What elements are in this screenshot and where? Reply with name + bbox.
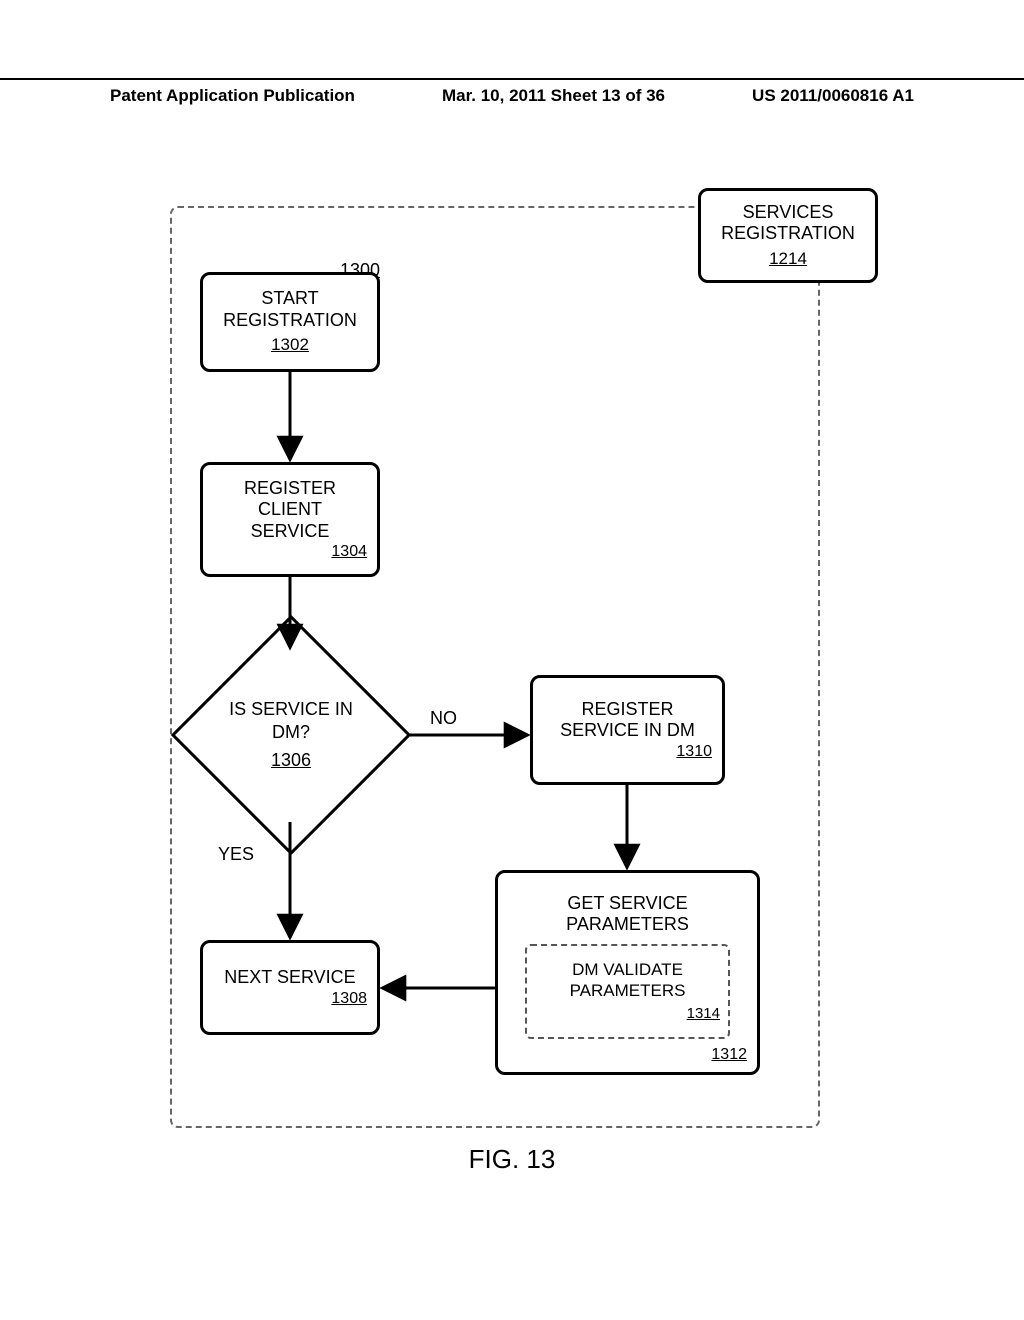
node-label: START REGISTRATION <box>223 288 357 331</box>
publication-type: Patent Application Publication <box>110 86 355 106</box>
node-label: REGISTER CLIENT SERVICE <box>244 478 336 543</box>
node-ref: 1304 <box>331 542 367 561</box>
node-label: GET SERVICE PARAMETERS <box>566 893 689 936</box>
node-register-service-in-dm: REGISTER SERVICE IN DM 1310 <box>530 675 725 785</box>
node-dm-validate-parameters: DM VALIDATE PARAMETERS 1314 <box>525 944 730 1039</box>
node-start-registration: START REGISTRATION 1302 <box>200 272 380 372</box>
figure-caption: FIG. 13 <box>469 1144 556 1175</box>
node-ref: 1302 <box>271 335 309 355</box>
node-register-client-service: REGISTER CLIENT SERVICE 1304 <box>200 462 380 577</box>
node-ref: 1308 <box>331 989 367 1008</box>
node-label: DM VALIDATE PARAMETERS <box>570 960 686 1001</box>
node-label: REGISTER SERVICE IN DM <box>560 699 695 742</box>
publication-number: US 2011/0060816 A1 <box>752 86 914 106</box>
node-next-service: NEXT SERVICE 1308 <box>200 940 380 1035</box>
node-ref: 1314 <box>687 1005 720 1023</box>
node-label: IS SERVICE IN DM? <box>229 698 353 743</box>
node-services-registration: SERVICES REGISTRATION 1214 <box>698 188 878 283</box>
figure-page: 1300 SERVICES REGISTRATION 1214 START RE… <box>0 150 1024 1320</box>
node-ref: 1312 <box>711 1045 747 1064</box>
node-is-service-in-dm: IS SERVICE IN DM? 1306 <box>206 650 376 820</box>
node-label: SERVICES REGISTRATION <box>721 202 855 245</box>
node-label: NEXT SERVICE <box>224 967 355 989</box>
page-header: Patent Application Publication Mar. 10, … <box>0 78 1024 106</box>
edge-label-no: NO <box>430 708 457 729</box>
node-ref: 1306 <box>271 749 311 772</box>
node-ref: 1214 <box>769 249 807 269</box>
pub-date-sheet: Mar. 10, 2011 Sheet 13 of 36 <box>442 86 665 106</box>
edge-label-yes: YES <box>218 844 254 865</box>
node-get-service-parameters: GET SERVICE PARAMETERS DM VALIDATE PARAM… <box>495 870 760 1075</box>
node-ref: 1310 <box>676 742 712 761</box>
